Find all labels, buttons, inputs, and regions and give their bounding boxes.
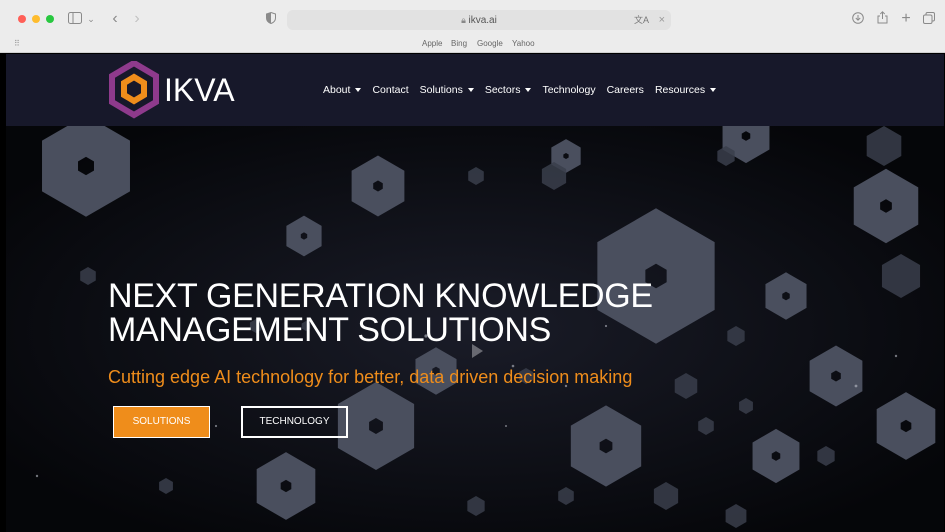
main-navigation: About Contact Solutions Sectors Technolo…	[323, 82, 727, 98]
favorite-google[interactable]: Google	[477, 38, 503, 50]
nav-solutions[interactable]: Solutions	[420, 82, 474, 98]
caret-down-icon	[467, 88, 474, 93]
nav-resources[interactable]: Resources	[655, 82, 717, 98]
close-window-button[interactable]	[18, 15, 26, 23]
privacy-shield-icon[interactable]	[264, 9, 278, 29]
address-bar[interactable]: 🔒︎ ikva.ai 文A ×	[287, 10, 671, 30]
caret-down-icon	[525, 88, 532, 93]
tab-overview-icon[interactable]	[922, 9, 936, 29]
zoom-window-button[interactable]	[46, 15, 54, 23]
caret-down-icon	[710, 88, 717, 93]
favorite-apple[interactable]: Apple	[422, 38, 442, 50]
headline-line-1: NEXT GENERATION KNOWLEDGE	[108, 277, 653, 315]
hero-headline: NEXT GENERATION KNOWLEDGE MANAGEMENT SOL…	[108, 279, 728, 347]
site-navbar: IKVA About Contact Solutions Sectors Tec…	[6, 54, 944, 126]
nav-careers[interactable]: Careers	[607, 82, 644, 98]
back-button[interactable]: ‹	[108, 9, 122, 29]
website: IKVA About Contact Solutions Sectors Tec…	[6, 54, 944, 532]
close-icon[interactable]: ×	[659, 10, 665, 30]
downloads-icon[interactable]	[851, 9, 865, 29]
headline-line-2: MANAGEMENT SOLUTIONS	[108, 311, 551, 349]
nav-about[interactable]: About	[323, 82, 362, 98]
browser-toolbar: ⌄ ‹ › 🔒︎ ikva.ai 文A × + ⠿ Apple Bing Goo…	[0, 0, 945, 53]
ikva-logo[interactable]: IKVA	[108, 61, 248, 119]
nav-sectors[interactable]: Sectors	[485, 82, 532, 98]
apps-grid-icon[interactable]: ⠿	[14, 38, 20, 50]
nav-contact[interactable]: Contact	[372, 82, 408, 98]
play-icon[interactable]	[472, 344, 483, 358]
hero-tagline: Cutting edge AI technology for better, d…	[108, 367, 633, 387]
hexagon-logo-icon	[109, 61, 159, 119]
logo-wordmark: IKVA	[164, 72, 235, 108]
nav-technology[interactable]: Technology	[542, 82, 595, 98]
sidebar-toggle-icon[interactable]	[66, 9, 84, 29]
caret-down-icon	[355, 88, 362, 93]
new-tab-icon[interactable]: +	[899, 9, 913, 29]
solutions-button[interactable]: SOLUTIONS	[113, 406, 210, 438]
forward-button[interactable]: ›	[130, 9, 144, 29]
technology-button[interactable]: TECHNOLOGY	[241, 406, 348, 438]
url-text: ikva.ai	[468, 15, 497, 26]
translate-icon[interactable]: 文A	[634, 10, 649, 30]
share-icon[interactable]	[875, 9, 889, 29]
favorite-yahoo[interactable]: Yahoo	[512, 38, 535, 50]
minimize-window-button[interactable]	[32, 15, 40, 23]
favorite-bing[interactable]: Bing	[451, 38, 467, 50]
chevron-down-icon[interactable]: ⌄	[86, 9, 96, 29]
